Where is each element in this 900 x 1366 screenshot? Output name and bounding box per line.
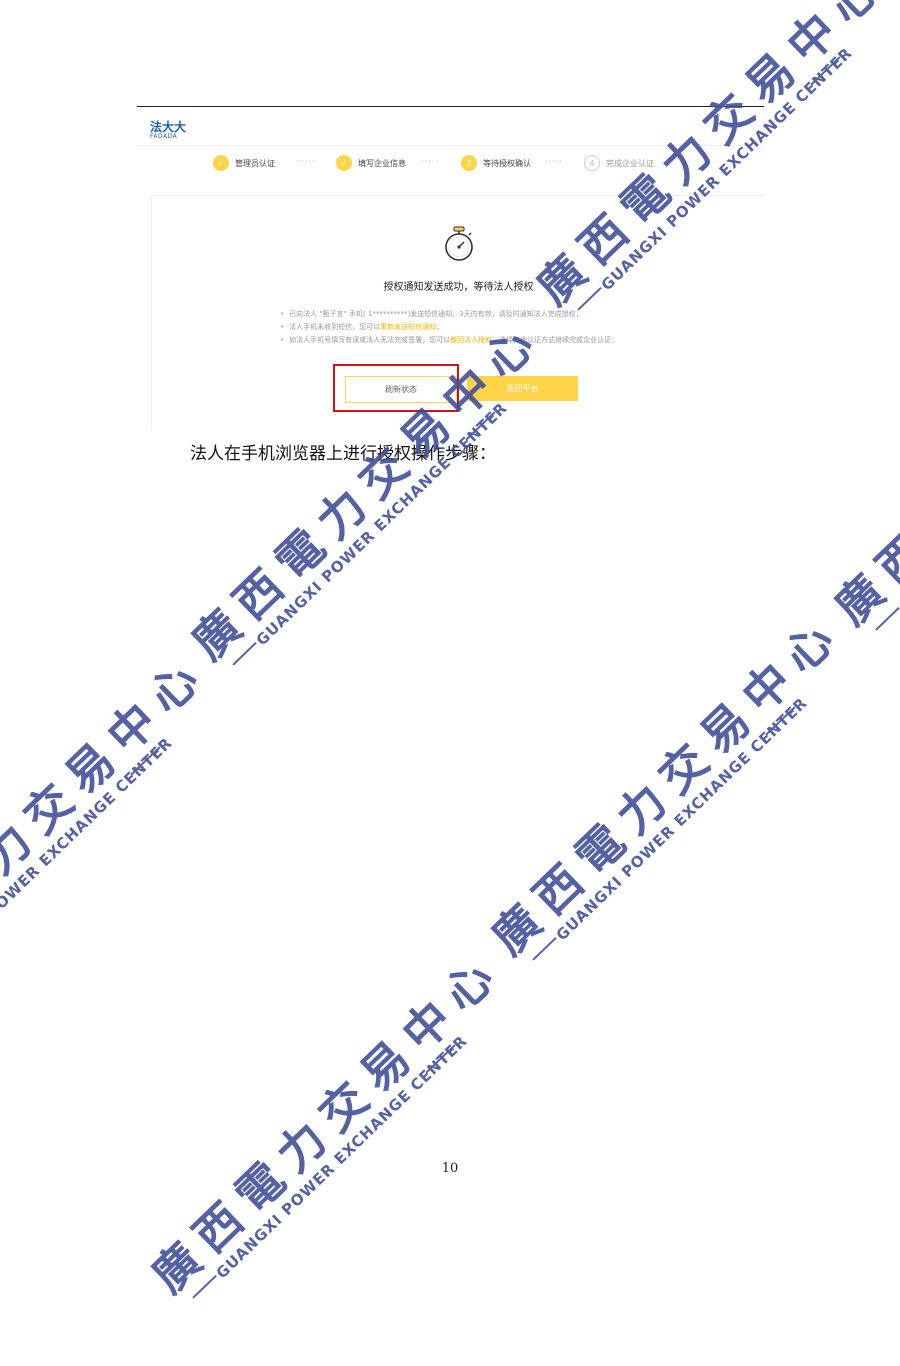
list-item: 法人手机未收到短信，您可以重新发送短信通知；: [280, 321, 618, 334]
list-item: 如法人手机号填写有误或法人无法完成签署，您可以撤回法人授权，选择其他认证方式继续…: [280, 334, 618, 347]
note-text: ；: [436, 323, 444, 331]
stopwatch-icon: [445, 226, 473, 261]
page-number: 10: [441, 1161, 459, 1176]
check-icon: ✓: [336, 155, 352, 171]
step-separator: ·····: [545, 157, 563, 166]
check-icon: ✓: [213, 155, 229, 171]
step-admin-auth: ✓ 管理员认证: [213, 153, 275, 173]
logo-cn: 法大大: [150, 120, 187, 134]
step-label: 等待授权确认: [483, 158, 531, 168]
step-label: 填写企业信息: [358, 158, 406, 168]
step-label: 管理员认证: [235, 158, 275, 168]
step-number: 3: [461, 155, 477, 171]
watermark-stamp: 廣西電力交易中心 GUANGXI POWER EXCHANGE CENTER: [475, 604, 853, 1028]
step-separator: ·····: [298, 157, 316, 166]
watermark-stamp: 廣西電力交易中心 GUANGXI POWER EXCHANGE CENTER: [0, 644, 218, 1068]
step-number: 4: [584, 155, 600, 171]
note-text: 如法人手机号填写有误或法人无法完成签署，您可以: [289, 336, 451, 344]
watermark-stamp: 廣西電力交易中心 GUANGXI POWER EXCHANGE CENTER: [135, 942, 513, 1366]
step-separator: ·····: [421, 157, 439, 166]
note-text: 已向法人 "甄子言" 手机( 1**********)发送短信通知，3天内有效，…: [289, 310, 583, 318]
step-company-info: ✓ 填写企业信息: [336, 153, 406, 173]
resend-sms-link[interactable]: 重新发送短信通知: [380, 323, 436, 331]
watermark-cn: 廣西電力交易中心: [141, 942, 513, 1304]
watermark-cn: 廣西電力交易中心: [0, 644, 218, 1006]
logo-en: FADADA: [150, 133, 178, 140]
note-text: 法人手机未收到短信，您可以: [289, 323, 381, 331]
fadada-logo: 法大大 FADADA: [150, 121, 186, 140]
step-await-auth: 3 等待授权确认: [461, 153, 531, 173]
watermark-cn: 廣西電力交易中心: [824, 274, 900, 636]
watermark-cn: 廣西電力交易中心: [481, 604, 853, 966]
